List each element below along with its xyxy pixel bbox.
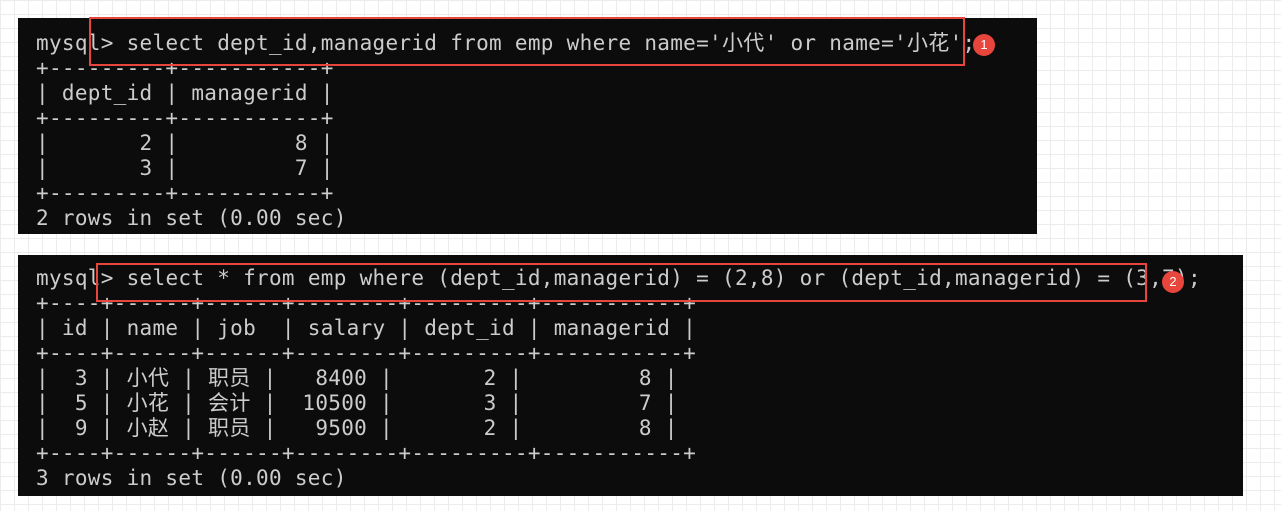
mysql-prompt: mysql> [36,266,114,290]
table-header-separator: +---------+-----------+ [36,106,334,130]
table-row: | 3 | 小代 | 职员 | 8400 | 2 | 8 | [36,366,678,390]
sql-command: select * from emp where (dept_id,manager… [113,266,1201,290]
table-row: | 9 | 小赵 | 职员 | 9500 | 2 | 8 | [36,416,678,440]
table-header-row: | id | name | job | salary | dept_id | m… [36,316,697,340]
mysql-prompt: mysql> [36,31,114,55]
table-border-top: +----+------+------+--------+---------+-… [36,291,697,315]
table-header-row: | dept_id | managerid | [36,81,334,105]
table-header-separator: +----+------+------+--------+---------+-… [36,341,697,365]
terminal-query-2: mysql> select * from emp where (dept_id,… [18,255,1243,496]
sql-command: select dept_id,managerid from emp where … [113,31,976,55]
step-badge-1: 1 [973,34,995,56]
table-row: | 2 | 8 | [36,131,334,155]
command-line-1: mysql> select dept_id,managerid from emp… [36,31,1037,56]
table-border-top: +---------+-----------+ [36,56,334,80]
command-line-2: mysql> select * from emp where (dept_id,… [36,266,1243,291]
table-row: | 3 | 7 | [36,156,334,180]
result-summary: 2 rows in set (0.00 sec) [36,206,347,230]
step-badge-2: 2 [1162,271,1184,293]
table-border-bottom: +---------+-----------+ [36,181,334,205]
table-border-bottom: +----+------+------+--------+---------+-… [36,441,697,465]
result-summary: 3 rows in set (0.00 sec) [36,466,347,490]
table-row: | 5 | 小花 | 会计 | 10500 | 3 | 7 | [36,391,678,415]
terminal-query-1: mysql> select dept_id,managerid from emp… [18,18,1037,234]
